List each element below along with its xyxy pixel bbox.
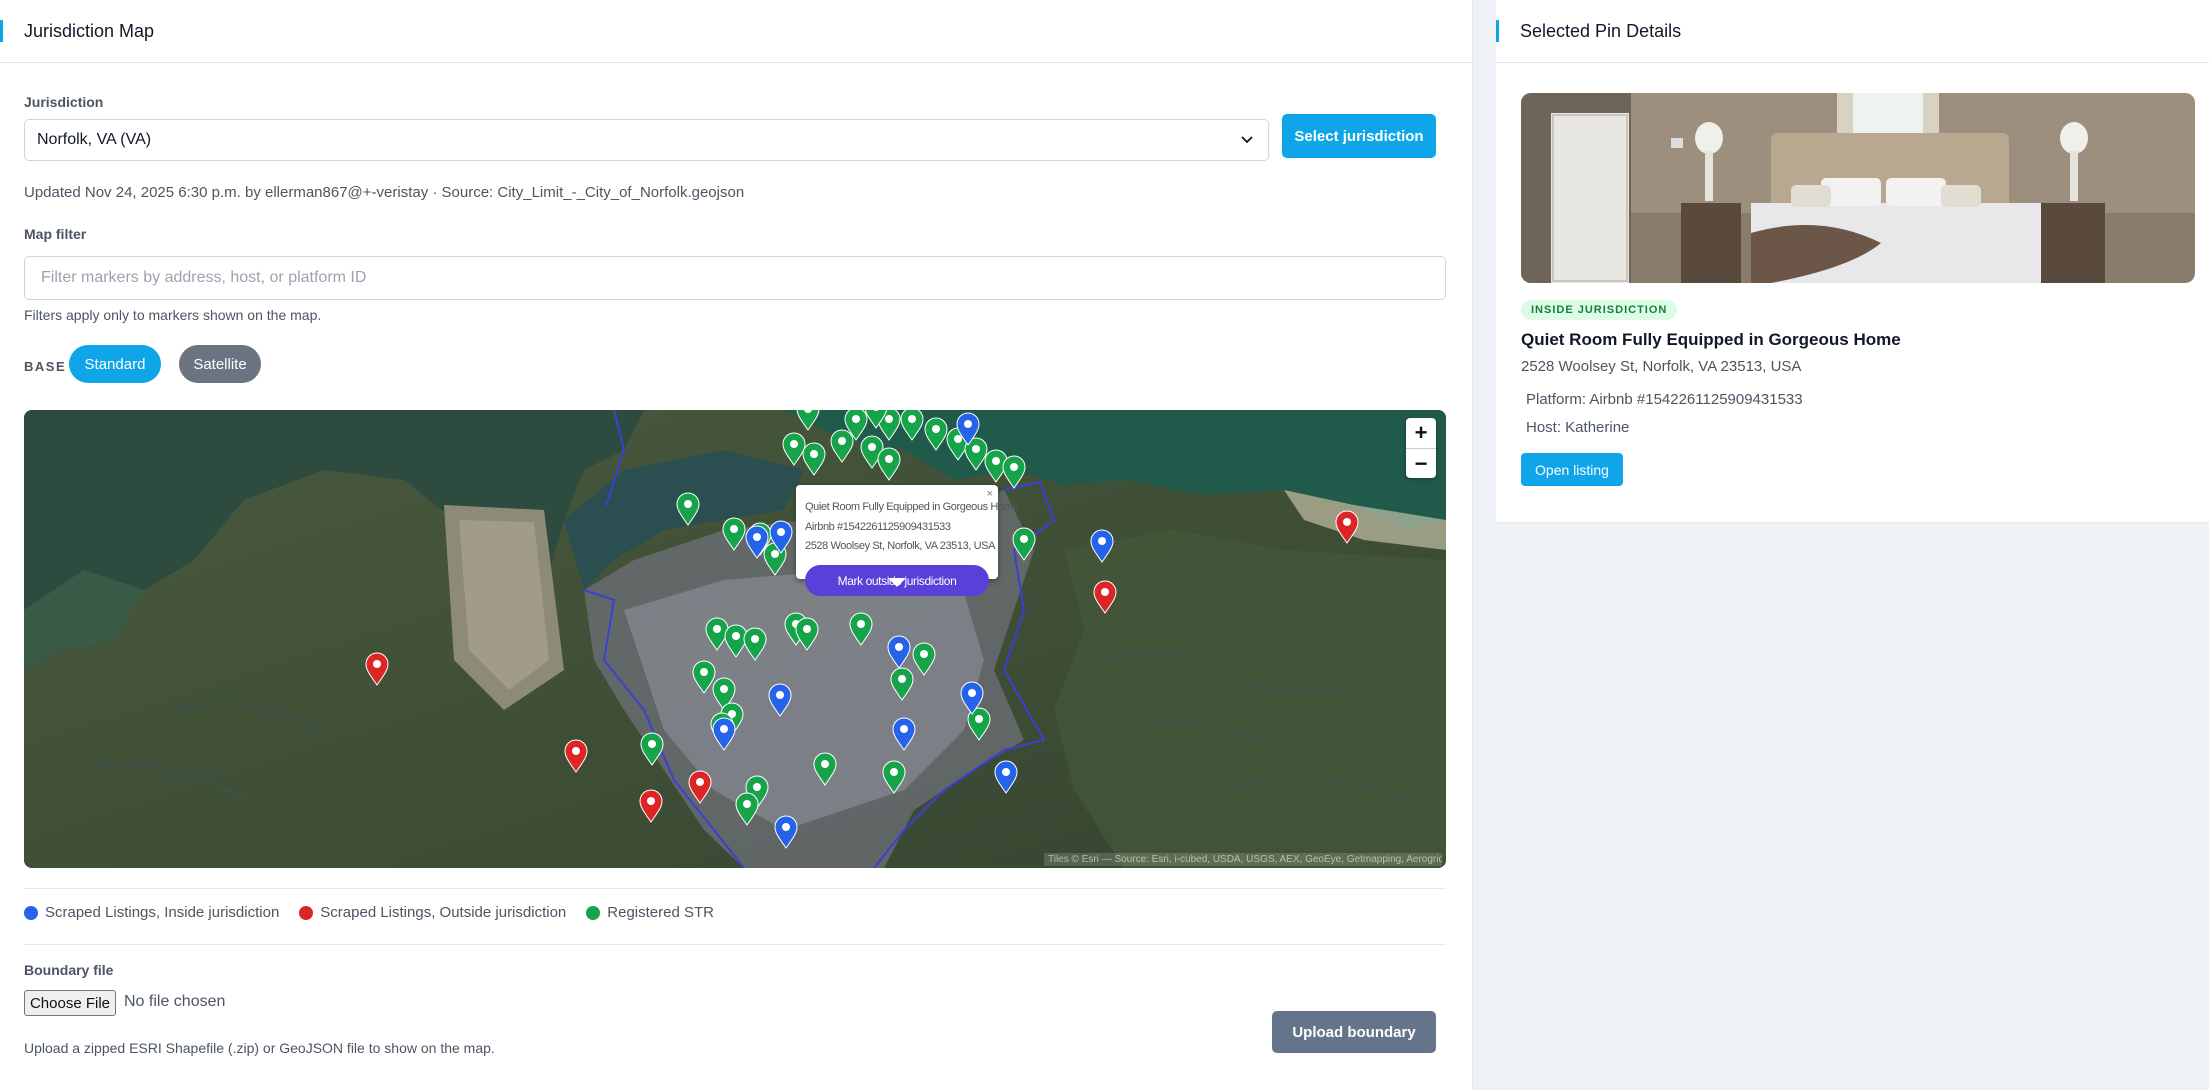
map-marker[interactable] (743, 627, 767, 661)
base-satellite-button[interactable]: Satellite (179, 345, 261, 383)
open-listing-button[interactable]: Open listing (1521, 453, 1623, 486)
divider (24, 944, 1446, 945)
map-marker[interactable] (768, 683, 792, 717)
marker-layer (365, 410, 1359, 849)
jurisdiction-label: Jurisdiction (24, 94, 104, 110)
map-marker[interactable] (564, 739, 588, 773)
panel-title: Jurisdiction Map (24, 20, 155, 41)
zoom-in-button[interactable]: + (1406, 418, 1436, 449)
map-marker[interactable] (795, 617, 819, 651)
map-marker[interactable] (890, 667, 914, 701)
updated-text: Updated Nov 24, 2025 6:30 p.m. by ellerm… (24, 184, 745, 201)
map-marker[interactable] (712, 717, 736, 751)
divider (24, 888, 1446, 889)
legend-dot-outside (299, 905, 314, 920)
map-attribution: Tiles © Esri — Source: Esri, i-cubed, US… (1044, 853, 1442, 866)
map-filter-label: Map filter (24, 226, 87, 242)
map-marker[interactable] (796, 410, 820, 431)
map-marker[interactable] (735, 792, 759, 826)
upload-boundary-button[interactable]: Upload boundary (1272, 1011, 1436, 1053)
map-marker[interactable] (892, 717, 916, 751)
listing-address: 2528 Woolsey St, Norfolk, VA 23513, USA (1521, 358, 1802, 375)
popup-tip (888, 578, 906, 587)
panel-header: Selected Pin Details (1496, 0, 2209, 63)
popup-platform: Airbnb #1542261125909431533 (805, 521, 951, 533)
map-marker[interactable] (1002, 455, 1026, 489)
map-marker[interactable] (365, 652, 389, 686)
status-badge: INSIDE JURISDICTION (1521, 300, 1678, 320)
legend-item-outside: Scraped Listings, Outside jurisdiction (299, 904, 566, 921)
base-label: BASE (24, 359, 67, 374)
map-marker[interactable] (849, 612, 873, 646)
map-marker[interactable] (802, 442, 826, 476)
header-accent-bar (0, 20, 3, 42)
bedroom-photo-image (1521, 93, 2195, 283)
select-jurisdiction-button[interactable]: Select jurisdiction (1282, 114, 1436, 158)
map-marker[interactable] (722, 517, 746, 551)
map-marker[interactable] (692, 660, 716, 694)
listing-host: Host: Katherine (1526, 419, 1630, 436)
base-standard-button[interactable]: Standard (69, 345, 161, 383)
map-filter-placeholder: Filter markers by address, host, or plat… (41, 269, 367, 286)
legend-item-registered: Registered STR (586, 904, 714, 921)
map-marker[interactable] (1090, 529, 1114, 563)
map-marker[interactable] (639, 789, 663, 823)
panel-header: Jurisdiction Map (0, 0, 1472, 63)
map-marker[interactable] (877, 447, 901, 481)
listing-title: Quiet Room Fully Equipped in Gorgeous Ho… (1521, 330, 1901, 349)
jurisdiction-select[interactable]: Norfolk, VA (VA) (24, 119, 1269, 161)
map-marker[interactable] (1093, 580, 1117, 614)
map-legend: Scraped Listings, Inside jurisdiction Sc… (24, 904, 714, 921)
popup-close-icon[interactable]: × (987, 488, 993, 500)
map-marker[interactable] (994, 760, 1018, 794)
chevron-down-icon (1241, 136, 1253, 144)
map-marker[interactable] (924, 417, 948, 451)
map-marker[interactable] (887, 635, 911, 669)
map-marker[interactable] (774, 815, 798, 849)
map-marker[interactable] (1335, 510, 1359, 544)
listing-platform: Platform: Airbnb #1542261125909431533 (1526, 391, 1803, 408)
map-marker[interactable] (900, 410, 924, 441)
no-file-chosen-text: No file chosen (124, 993, 226, 1010)
popup-title: Quiet Room Fully Equipped in Gorgeous Ho… (805, 501, 1019, 513)
map-filter-input[interactable]: Filter markers by address, host, or plat… (24, 256, 1446, 300)
legend-label-outside: Scraped Listings, Outside jurisdiction (320, 904, 567, 921)
map-canvas[interactable]: + − × Quiet Room Fully Equipped in Gorge… (24, 410, 1446, 868)
panel-title: Selected Pin Details (1520, 20, 1682, 41)
legend-label-registered: Registered STR (607, 904, 714, 921)
choose-file-button[interactable]: Choose File (24, 990, 116, 1016)
map-marker[interactable] (782, 432, 806, 466)
map-marker[interactable] (688, 770, 712, 804)
legend-dot-registered (586, 905, 601, 920)
map-marker[interactable] (830, 429, 854, 463)
map-marker[interactable] (640, 732, 664, 766)
map-marker[interactable] (676, 492, 700, 526)
map-marker[interactable] (882, 760, 906, 794)
legend-item-inside: Scraped Listings, Inside jurisdiction (24, 904, 279, 921)
map-marker[interactable] (912, 642, 936, 676)
boundary-file-label: Boundary file (24, 962, 114, 978)
zoom-control: + − (1406, 418, 1436, 478)
map-marker[interactable] (1012, 527, 1036, 561)
zoom-out-button[interactable]: − (1406, 449, 1436, 479)
map-marker[interactable] (813, 752, 837, 786)
header-accent-bar (1496, 20, 1499, 42)
filter-help-text: Filters apply only to markers shown on t… (24, 307, 322, 323)
marker-popup: × Quiet Room Fully Equipped in Gorgeous … (796, 485, 1019, 596)
boundary-help-text: Upload a zipped ESRI Shapefile (.zip) or… (24, 1040, 495, 1056)
legend-dot-inside (24, 905, 38, 920)
popup-address: 2528 Woolsey St, Norfolk, VA 23513, USA (805, 540, 996, 552)
listing-photo (1521, 93, 2195, 283)
jurisdiction-select-value: Norfolk, VA (VA) (37, 131, 152, 148)
jurisdiction-map-panel: Jurisdiction Map Jurisdiction Norfolk, V… (0, 0, 1473, 1090)
legend-label-inside: Scraped Listings, Inside jurisdiction (45, 904, 280, 921)
